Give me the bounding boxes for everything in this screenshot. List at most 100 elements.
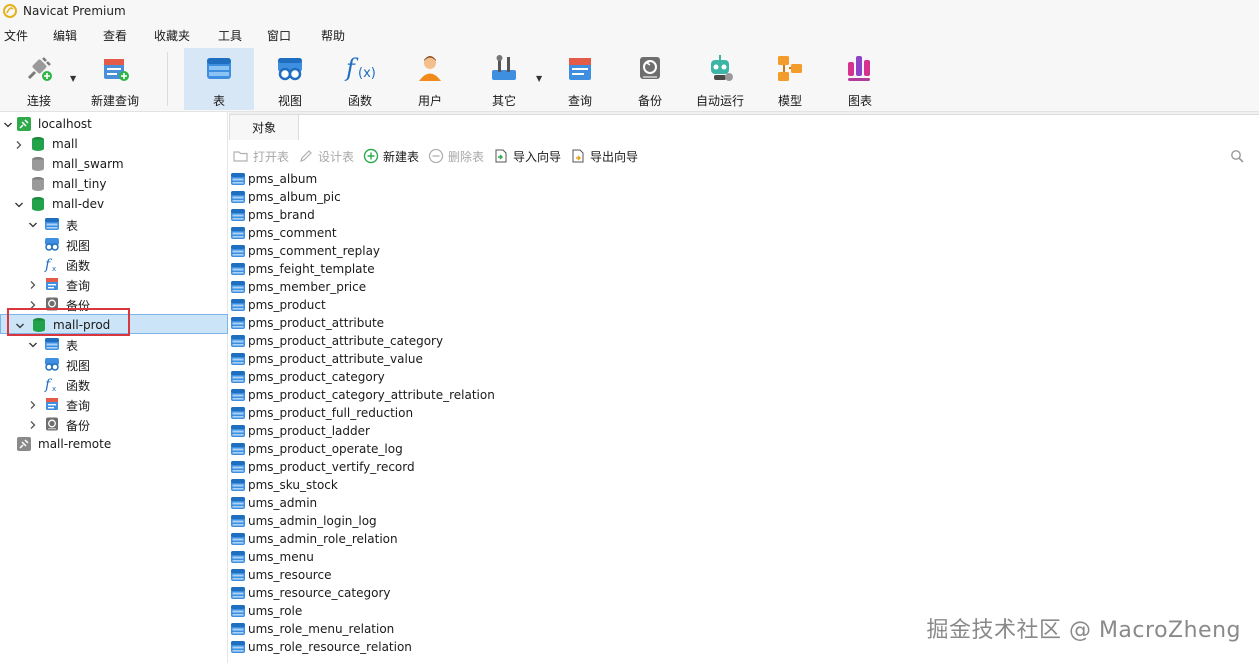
tree-node-item-11[interactable]: 表: [0, 334, 228, 354]
backup-label: 备份: [637, 94, 662, 108]
table-row[interactable]: pms_sku_stock: [229, 476, 338, 494]
tab-bar-blank: [299, 114, 1259, 140]
svg-text:x: x: [52, 385, 56, 392]
chevron-right-icon[interactable]: [28, 399, 38, 409]
table-row[interactable]: pms_product_full_reduction: [229, 404, 413, 422]
tree-node-item-15[interactable]: 备份: [0, 414, 228, 434]
table-row[interactable]: pms_product: [229, 296, 326, 314]
design-table-button[interactable]: 设计表: [298, 147, 354, 165]
table-row[interactable]: pms_member_price: [229, 278, 366, 296]
table-row[interactable]: pms_product_operate_log: [229, 440, 403, 458]
search-icon[interactable]: [1230, 149, 1244, 163]
tab-objects[interactable]: 对象: [229, 114, 299, 140]
table-row[interactable]: pms_product_ladder: [229, 422, 370, 440]
table-row[interactable]: pms_product_vertify_record: [229, 458, 415, 476]
connect-dropdown-caret-icon[interactable]: ▼: [70, 74, 76, 83]
table-row[interactable]: ums_admin_role_relation: [229, 530, 398, 548]
chevron-down-icon[interactable]: [3, 119, 13, 129]
chevron-right-icon[interactable]: [28, 419, 38, 429]
table-icon: [230, 387, 246, 403]
menu-help[interactable]: 帮助: [321, 27, 345, 44]
function-button[interactable]: f (x) 函数: [334, 48, 386, 110]
export-icon: [572, 149, 584, 163]
table-row[interactable]: pms_product_category: [229, 368, 385, 386]
new-table-label: 新建表: [383, 149, 420, 164]
menu-window[interactable]: 窗口: [267, 27, 291, 44]
table-row[interactable]: pms_product_attribute_value: [229, 350, 423, 368]
tree-node-mall-dev[interactable]: mall-dev: [0, 194, 228, 214]
table-row[interactable]: pms_comment: [229, 224, 337, 242]
table-row[interactable]: ums_role: [229, 602, 302, 620]
title-bar: Navicat Premium: [0, 0, 1259, 22]
table-icon: [230, 621, 246, 637]
table-row[interactable]: pms_brand: [229, 206, 315, 224]
backup-button[interactable]: 备份: [624, 48, 676, 110]
menu-tools[interactable]: 工具: [218, 27, 242, 44]
table-row[interactable]: ums_admin: [229, 494, 317, 512]
chevron-down-icon[interactable]: [28, 219, 38, 229]
table-button[interactable]: 表: [184, 48, 254, 110]
tree-node-mall_swarm[interactable]: mall_swarm: [0, 154, 228, 174]
table-row[interactable]: ums_role_resource_relation: [229, 638, 412, 656]
table-row[interactable]: ums_resource_category: [229, 584, 390, 602]
tree-node-item-12[interactable]: 视图: [0, 354, 228, 374]
user-button[interactable]: 用户: [404, 48, 456, 110]
automation-button[interactable]: 自动运行: [690, 48, 750, 110]
model-button[interactable]: 模型: [764, 48, 816, 110]
table-name: pms_product_attribute: [248, 316, 385, 330]
export-wizard-button[interactable]: 导出向导: [570, 147, 638, 165]
menu-view[interactable]: 查看: [103, 27, 127, 44]
database-gray-icon: [30, 156, 46, 172]
tree-node-item-6[interactable]: 视图: [0, 234, 228, 254]
other-button[interactable]: 其它: [478, 48, 530, 110]
connect-button[interactable]: 连接: [14, 48, 64, 110]
chevron-down-icon[interactable]: [14, 199, 24, 209]
table-row[interactable]: pms_product_attribute: [229, 314, 384, 332]
navicat-logo-icon: [3, 4, 17, 18]
new-query-button[interactable]: 新建查询: [86, 48, 144, 110]
table-row[interactable]: pms_comment_replay: [229, 242, 380, 260]
table-row[interactable]: ums_admin_login_log: [229, 512, 377, 530]
table-icon: [230, 225, 246, 241]
menu-favorites[interactable]: 收藏夹: [154, 27, 190, 44]
import-wizard-button[interactable]: 导入向导: [493, 147, 561, 165]
automation-label: 自动运行: [695, 94, 744, 108]
tree-node-item-7[interactable]: f x 函数: [0, 254, 228, 274]
model-icon: [778, 56, 802, 81]
tree-node-localhost[interactable]: localhost: [0, 114, 228, 134]
table-icon: [230, 531, 246, 547]
tree-node-mall[interactable]: mall: [0, 134, 228, 154]
query-button[interactable]: 查询: [554, 48, 606, 110]
tree-node-item-14[interactable]: 查询: [0, 394, 228, 414]
table-row[interactable]: pms_product_attribute_category: [229, 332, 443, 350]
chevron-right-icon[interactable]: [14, 139, 24, 149]
tree-node-item-8[interactable]: 查询: [0, 274, 228, 294]
tree-node-item-13[interactable]: f x 函数: [0, 374, 228, 394]
tools-icon: [492, 55, 516, 80]
table-row[interactable]: pms_album_pic: [229, 188, 341, 206]
tree-node-label: 查询: [66, 279, 91, 293]
tree-node-mall_tiny[interactable]: mall_tiny: [0, 174, 228, 194]
chart-button[interactable]: 图表: [834, 48, 886, 110]
open-table-button[interactable]: 打开表: [233, 147, 289, 165]
tree-node-item-5[interactable]: 表: [0, 214, 228, 234]
menu-edit[interactable]: 编辑: [53, 27, 77, 44]
delete-table-button[interactable]: 删除表: [428, 147, 484, 165]
view-button[interactable]: 视图: [264, 48, 316, 110]
chevron-down-icon[interactable]: [28, 339, 38, 349]
table-row[interactable]: ums_role_menu_relation: [229, 620, 394, 638]
table-row[interactable]: ums_resource: [229, 566, 331, 584]
table-row[interactable]: pms_album: [229, 170, 317, 188]
table-icon: [230, 297, 246, 313]
new-table-button[interactable]: 新建表: [363, 147, 419, 165]
other-dropdown-caret-icon[interactable]: ▼: [536, 74, 542, 83]
tree-node-mall-remote[interactable]: mall-remote: [0, 434, 228, 454]
table-row[interactable]: pms_feight_template: [229, 260, 375, 278]
tree-node-label: mall: [52, 137, 78, 151]
table-row[interactable]: ums_menu: [229, 548, 314, 566]
menu-file[interactable]: 文件: [4, 27, 28, 44]
table-icon: [44, 336, 60, 352]
tree-node-label: 备份: [66, 419, 91, 433]
chevron-right-icon[interactable]: [28, 279, 38, 289]
table-row[interactable]: pms_product_category_attribute_relation: [229, 386, 495, 404]
